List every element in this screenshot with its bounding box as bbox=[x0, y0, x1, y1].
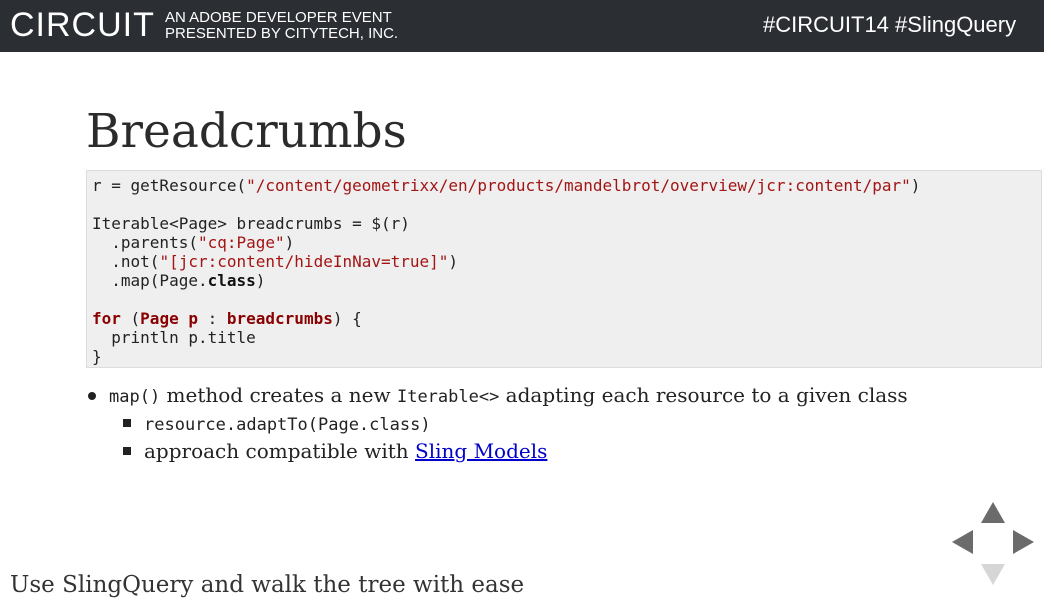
arrow-down-icon[interactable] bbox=[981, 564, 1005, 585]
bullet-list: map() method creates a new Iterable<> ad… bbox=[88, 382, 908, 464]
brand-logo: CIRCUIT bbox=[10, 6, 155, 44]
sling-models-link[interactable]: Sling Models bbox=[415, 439, 547, 463]
code-block: r = getResource("/content/geometrixx/en/… bbox=[86, 170, 1042, 368]
code-text: println p.title bbox=[92, 328, 256, 347]
code-text: ) bbox=[910, 176, 921, 195]
code-text: } bbox=[92, 347, 102, 366]
bullet-text: approach compatible with bbox=[144, 439, 416, 463]
brand-subtitle-line1: AN ADOBE DEVELOPER EVENT bbox=[165, 9, 392, 26]
code-text: ( bbox=[120, 309, 141, 328]
code-text: ) bbox=[255, 271, 266, 290]
bullet-item: map() method creates a new Iterable<> ad… bbox=[88, 382, 908, 410]
code-string: "[jcr:content/hideInNav=true]" bbox=[159, 252, 449, 271]
code-text: : bbox=[197, 309, 227, 328]
code-string: "/content/geometrixx/en/products/mandelb… bbox=[246, 176, 911, 195]
bullet-text: method creates a new bbox=[160, 383, 397, 407]
slide-navigation bbox=[950, 498, 1036, 588]
inline-code: Iterable<> bbox=[396, 387, 500, 407]
slide-title: Breadcrumbs bbox=[86, 104, 407, 159]
code-text: .not( bbox=[92, 252, 160, 271]
inline-code: resource.adaptTo(Page.class) bbox=[144, 415, 431, 435]
code-text: r = getResource( bbox=[92, 176, 247, 195]
bullet-text: adapting each resource to a given class bbox=[499, 383, 908, 407]
code-text: ) bbox=[284, 233, 295, 252]
code-text: ) { bbox=[332, 309, 362, 328]
slide-footer: Use SlingQuery and walk the tree with ea… bbox=[10, 572, 525, 598]
code-keyword: class bbox=[207, 271, 256, 290]
code-keyword: for bbox=[92, 309, 121, 328]
arrow-left-icon[interactable] bbox=[952, 530, 973, 554]
inline-code: map() bbox=[109, 387, 161, 407]
code-text: .map(Page. bbox=[92, 271, 208, 290]
code-keyword: Page p bbox=[140, 309, 198, 328]
hashtags: #CIRCUIT14 #SlingQuery bbox=[763, 12, 1017, 37]
code-text: .parents( bbox=[92, 233, 198, 252]
brand-subtitle-line2: PRESENTED BY CITYTECH, INC. bbox=[165, 25, 399, 42]
code-text: Iterable<Page> breadcrumbs = $(r) bbox=[92, 214, 410, 233]
arrow-up-icon[interactable] bbox=[981, 502, 1005, 523]
code-keyword: breadcrumbs bbox=[226, 309, 333, 328]
arrow-right-icon[interactable] bbox=[1013, 530, 1034, 554]
sub-bullet-item: resource.adaptTo(Page.class) bbox=[88, 410, 908, 438]
code-string: "cq:Page" bbox=[197, 233, 285, 252]
brand-subtitle: AN ADOBE DEVELOPER EVENT PRESENTED BY CI… bbox=[165, 10, 398, 42]
header-bar: CIRCUIT AN ADOBE DEVELOPER EVENT PRESENT… bbox=[0, 0, 1044, 52]
sub-bullet-item: approach compatible with Sling Models bbox=[88, 438, 908, 464]
code-text: ) bbox=[448, 252, 459, 271]
